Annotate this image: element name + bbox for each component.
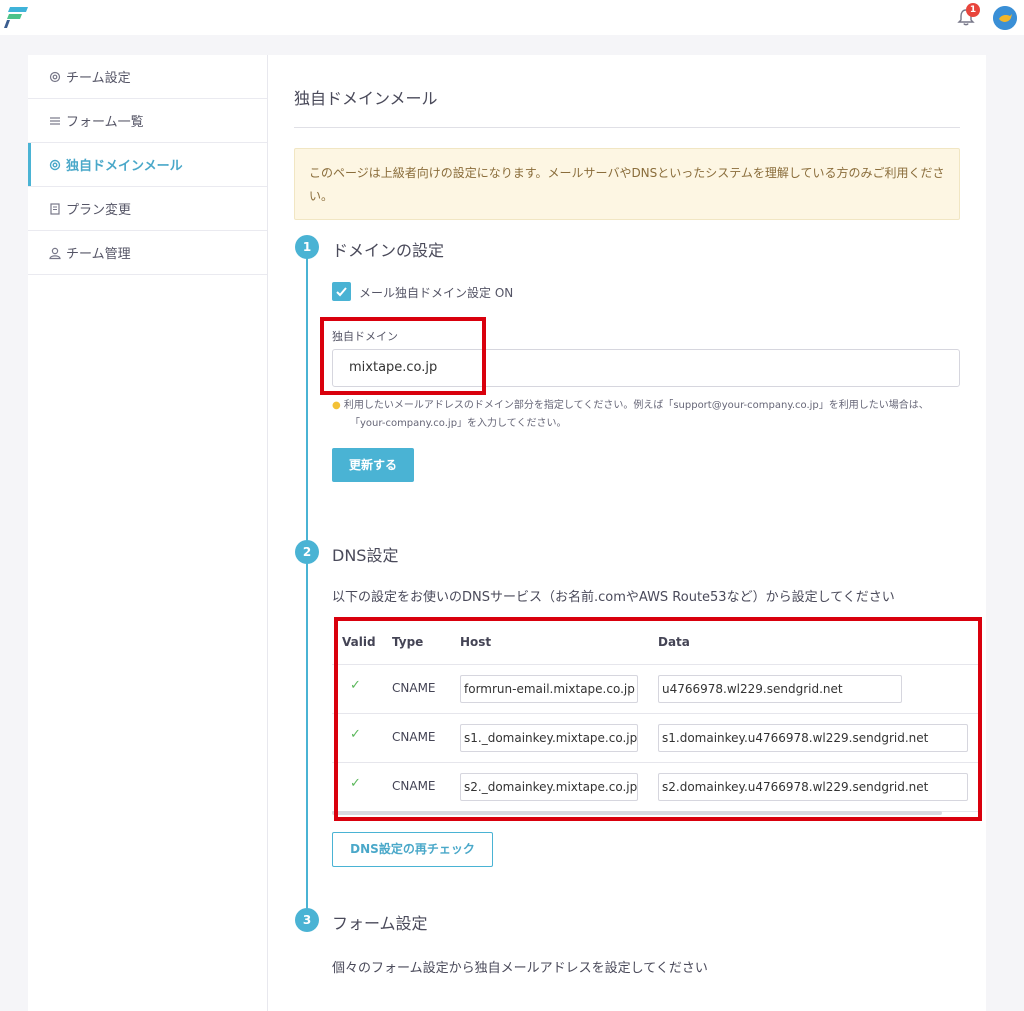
check-icon (336, 287, 347, 297)
list-icon (50, 116, 60, 125)
sidebar-item-team-settings[interactable]: チーム設定 (28, 55, 267, 99)
avatar[interactable] (993, 6, 1017, 30)
top-bar: 1 (0, 0, 1024, 35)
custom-domain-checkbox[interactable] (332, 282, 351, 301)
sidebar-item-plan-change[interactable]: プラン変更 (28, 187, 267, 231)
app-logo-icon[interactable] (4, 5, 28, 29)
main-panel: 独自ドメインメール このページは上級者向けの設定になります。メールサーバやDNS… (268, 55, 986, 1011)
document-icon (50, 202, 60, 215)
title-divider (294, 127, 960, 128)
custom-domain-checkbox-label: メール独自ドメイン設定 ON (359, 286, 514, 300)
domain-hint-line2: 「your-company.co.jp」を入力してください。 (350, 418, 567, 429)
dns-recheck-button[interactable]: DNS設定の再チェック (332, 832, 493, 867)
step-1-title: ドメインの設定 (332, 241, 445, 260)
page-title: 独自ドメインメール (294, 89, 438, 108)
sidebar-item-custom-domain-mail[interactable]: 独自ドメインメール (28, 143, 267, 187)
step-3-number: 3 (295, 908, 319, 932)
sidebar-item-label: 独自ドメインメール (66, 159, 183, 174)
step-3-title: フォーム設定 (332, 914, 428, 933)
sidebar-item-label: チーム設定 (66, 71, 131, 86)
form-settings-description: 個々のフォーム設定から独自メールアドレスを設定してください (332, 961, 708, 976)
update-button[interactable]: 更新する (332, 448, 414, 482)
advanced-notice: このページは上級者向けの設定になります。メールサーバやDNSといったシステムを理… (294, 148, 960, 220)
domain-hint: ● 利用したいメールアドレスのドメイン部分を指定してください。例えば「suppo… (332, 397, 962, 433)
user-icon (49, 247, 61, 259)
sidebar-item-label: チーム管理 (66, 247, 131, 262)
avatar-bird-icon (993, 6, 1017, 30)
sidebar-item-label: プラン変更 (66, 203, 132, 218)
step-1-number: 1 (295, 235, 319, 259)
sidebar-item-form-list[interactable]: フォーム一覧 (28, 99, 267, 143)
sidebar-item-team-management[interactable]: チーム管理 (28, 231, 267, 275)
gear-icon (49, 159, 61, 170)
domain-hint-line1: 利用したいメールアドレスのドメイン部分を指定してください。例えば「support… (343, 400, 929, 411)
step-2-number: 2 (295, 540, 319, 564)
dns-description: 以下の設定をお使いのDNSサービス（お名前.comやAWS Route53など）… (332, 590, 895, 605)
lightbulb-icon: ● (332, 400, 341, 411)
gear-icon (49, 71, 61, 82)
dns-table-highlight-box (334, 617, 982, 821)
domain-highlight-box (320, 317, 486, 395)
steps-timeline (306, 255, 308, 917)
sidebar: チーム設定 フォーム一覧 独自ドメインメール プラン変更 チーム管理 (28, 55, 268, 1011)
sidebar-item-label: フォーム一覧 (66, 115, 144, 130)
step-2-title: DNS設定 (332, 546, 399, 565)
notification-badge: 1 (966, 3, 980, 17)
